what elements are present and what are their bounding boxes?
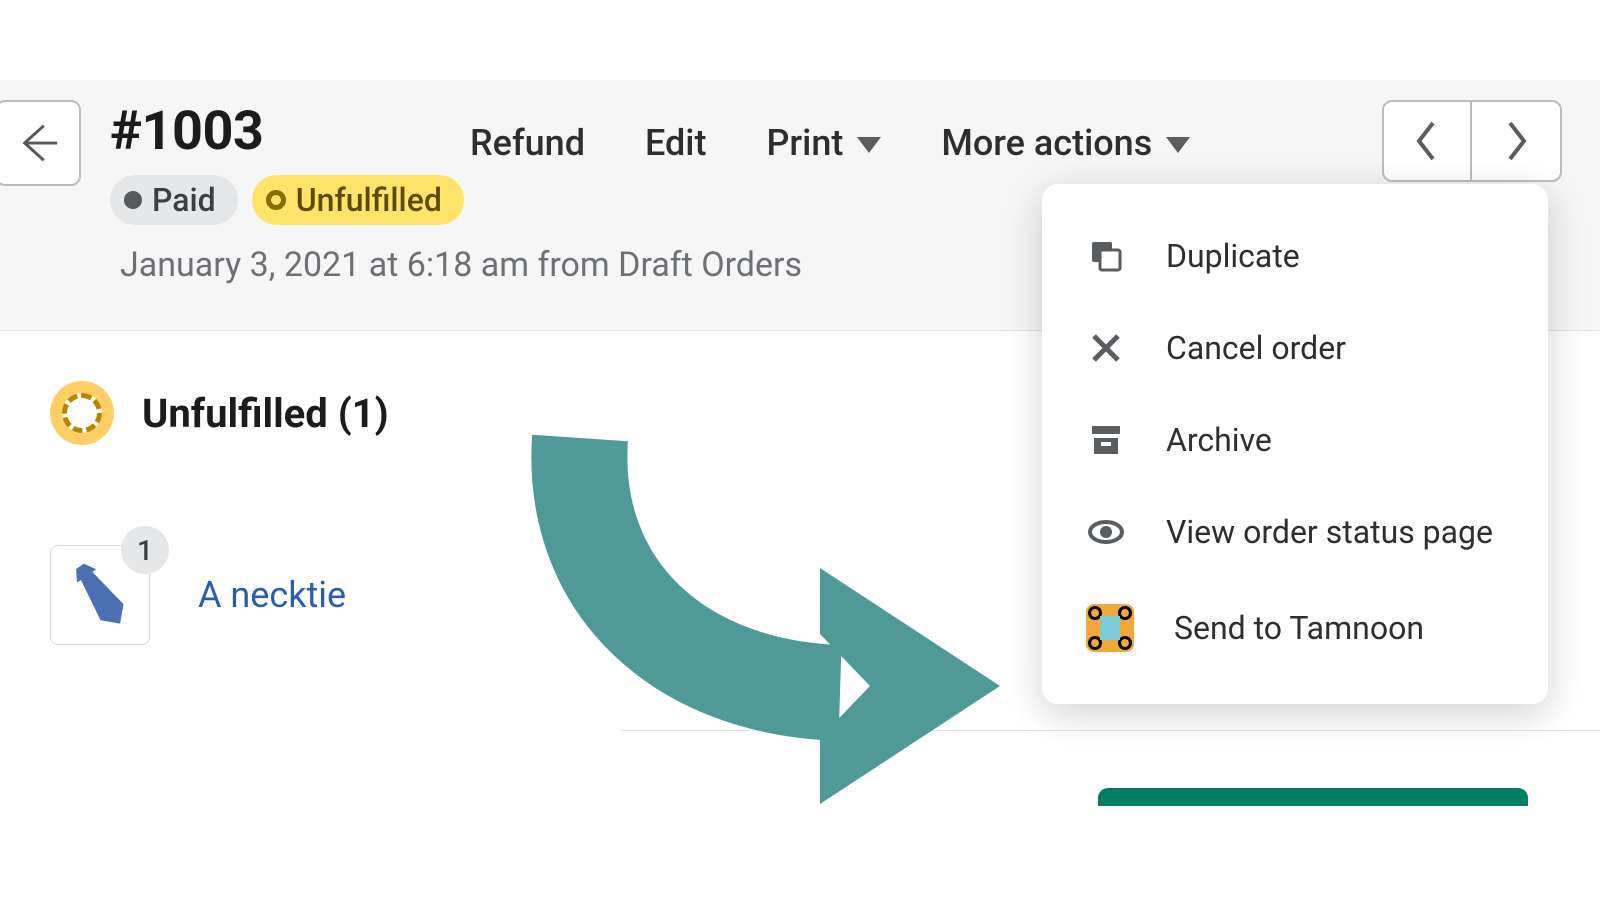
status-badges: Paid Unfulfilled xyxy=(110,175,464,225)
print-label: Print xyxy=(766,122,843,164)
order-toolbar: Refund Edit Print More actions xyxy=(470,122,1190,164)
next-order-button[interactable] xyxy=(1472,100,1562,182)
close-icon xyxy=(1086,328,1126,368)
more-actions-label: More actions xyxy=(941,122,1152,164)
fulfillment-section-title: Unfulfilled (1) xyxy=(142,390,389,437)
menu-archive[interactable]: Archive xyxy=(1042,394,1548,486)
paid-badge: Paid xyxy=(110,175,238,225)
more-actions-menu: Duplicate Cancel order Archive View orde… xyxy=(1042,184,1548,704)
chevron-right-icon xyxy=(1503,121,1529,161)
eye-icon xyxy=(1086,512,1126,552)
menu-send-tamnoon[interactable]: Send to Tamnoon xyxy=(1042,578,1548,678)
archive-icon xyxy=(1086,420,1126,460)
divider xyxy=(620,730,1600,731)
paid-badge-label: Paid xyxy=(152,181,216,219)
menu-send-tamnoon-label: Send to Tamnoon xyxy=(1174,609,1424,647)
unfulfilled-badge: Unfulfilled xyxy=(252,175,464,225)
unfulfilled-icon xyxy=(50,381,114,445)
chevron-left-icon xyxy=(1414,121,1440,161)
product-thumbnail[interactable]: 1 xyxy=(50,545,150,645)
menu-cancel-label: Cancel order xyxy=(1166,329,1346,367)
back-button[interactable] xyxy=(0,100,81,186)
arrow-left-icon xyxy=(15,120,61,166)
print-button[interactable]: Print xyxy=(766,122,881,164)
line-item-qty: 1 xyxy=(121,526,169,574)
ring-icon xyxy=(266,190,286,210)
tamnoon-app-icon xyxy=(1086,604,1134,652)
caret-down-icon xyxy=(857,137,881,153)
menu-duplicate-label: Duplicate xyxy=(1166,237,1300,275)
edit-button[interactable]: Edit xyxy=(645,122,706,164)
order-title-wrap: #1003 xyxy=(110,100,263,163)
order-timestamp: January 3, 2021 at 6:18 am from Draft Or… xyxy=(120,245,802,285)
menu-cancel-order[interactable]: Cancel order xyxy=(1042,302,1548,394)
dot-icon xyxy=(124,191,142,209)
order-nav-pager xyxy=(1382,100,1562,182)
refund-button[interactable]: Refund xyxy=(470,122,585,164)
primary-action-button[interactable] xyxy=(1098,788,1528,806)
duplicate-icon xyxy=(1086,236,1126,276)
menu-view-status-label: View order status page xyxy=(1166,513,1493,551)
caret-down-icon xyxy=(1166,137,1190,153)
menu-archive-label: Archive xyxy=(1166,421,1272,459)
menu-duplicate[interactable]: Duplicate xyxy=(1042,210,1548,302)
more-actions-button[interactable]: More actions xyxy=(941,122,1190,164)
order-number: #1003 xyxy=(110,100,263,163)
line-item-name-link[interactable]: A necktie xyxy=(198,574,346,616)
unfulfilled-badge-label: Unfulfilled xyxy=(296,181,442,219)
menu-view-status[interactable]: View order status page xyxy=(1042,486,1548,578)
prev-order-button[interactable] xyxy=(1382,100,1472,182)
